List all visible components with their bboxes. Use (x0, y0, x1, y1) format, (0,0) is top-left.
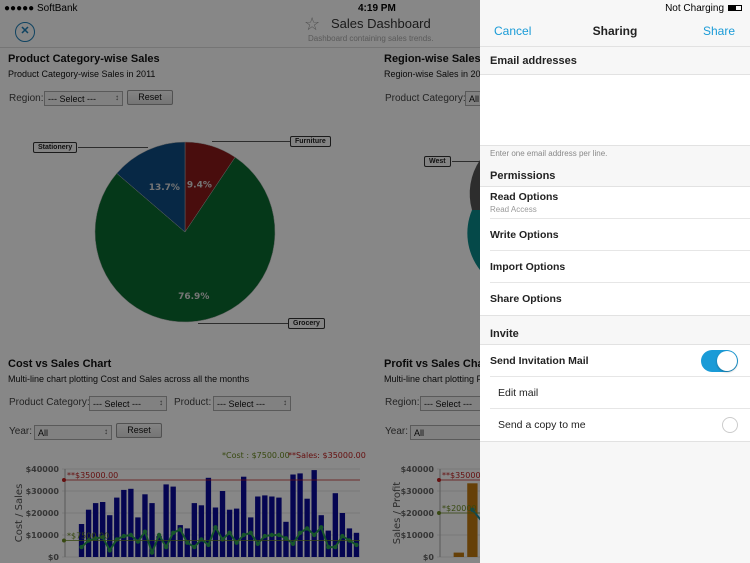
permissions-group: Read Options Read Access Write Options I… (480, 186, 750, 316)
battery-status: Not Charging (665, 3, 742, 14)
send-copy-row[interactable]: Send a copy to me (490, 409, 750, 441)
permission-row-read[interactable]: Read Options Read Access (490, 187, 750, 219)
modal-dim-overlay[interactable] (0, 0, 480, 563)
email-section-header: Email addresses (490, 55, 577, 67)
permissions-section-header: Permissions (490, 170, 556, 182)
email-input[interactable] (480, 74, 750, 146)
battery-icon (728, 5, 742, 12)
send-invitation-row: Send Invitation Mail (490, 345, 750, 377)
send-copy-checkbox[interactable] (722, 417, 738, 433)
edit-mail-row[interactable]: Edit mail (490, 377, 750, 409)
invite-section-header: Invite (490, 328, 519, 340)
email-hint: Enter one email address per line. (490, 149, 608, 158)
send-invitation-toggle[interactable] (701, 350, 738, 372)
permission-row-write[interactable]: Write Options (490, 219, 750, 251)
sharing-nav-bar: Cancel Sharing Share (480, 16, 750, 47)
invite-group: Send Invitation Mail Edit mail Send a co… (480, 344, 750, 442)
sharing-panel: Not Charging Cancel Sharing Share Email … (480, 0, 750, 563)
share-button[interactable]: Share (703, 24, 735, 38)
permission-row-share[interactable]: Share Options (490, 283, 750, 315)
permission-row-import[interactable]: Import Options (490, 251, 750, 283)
